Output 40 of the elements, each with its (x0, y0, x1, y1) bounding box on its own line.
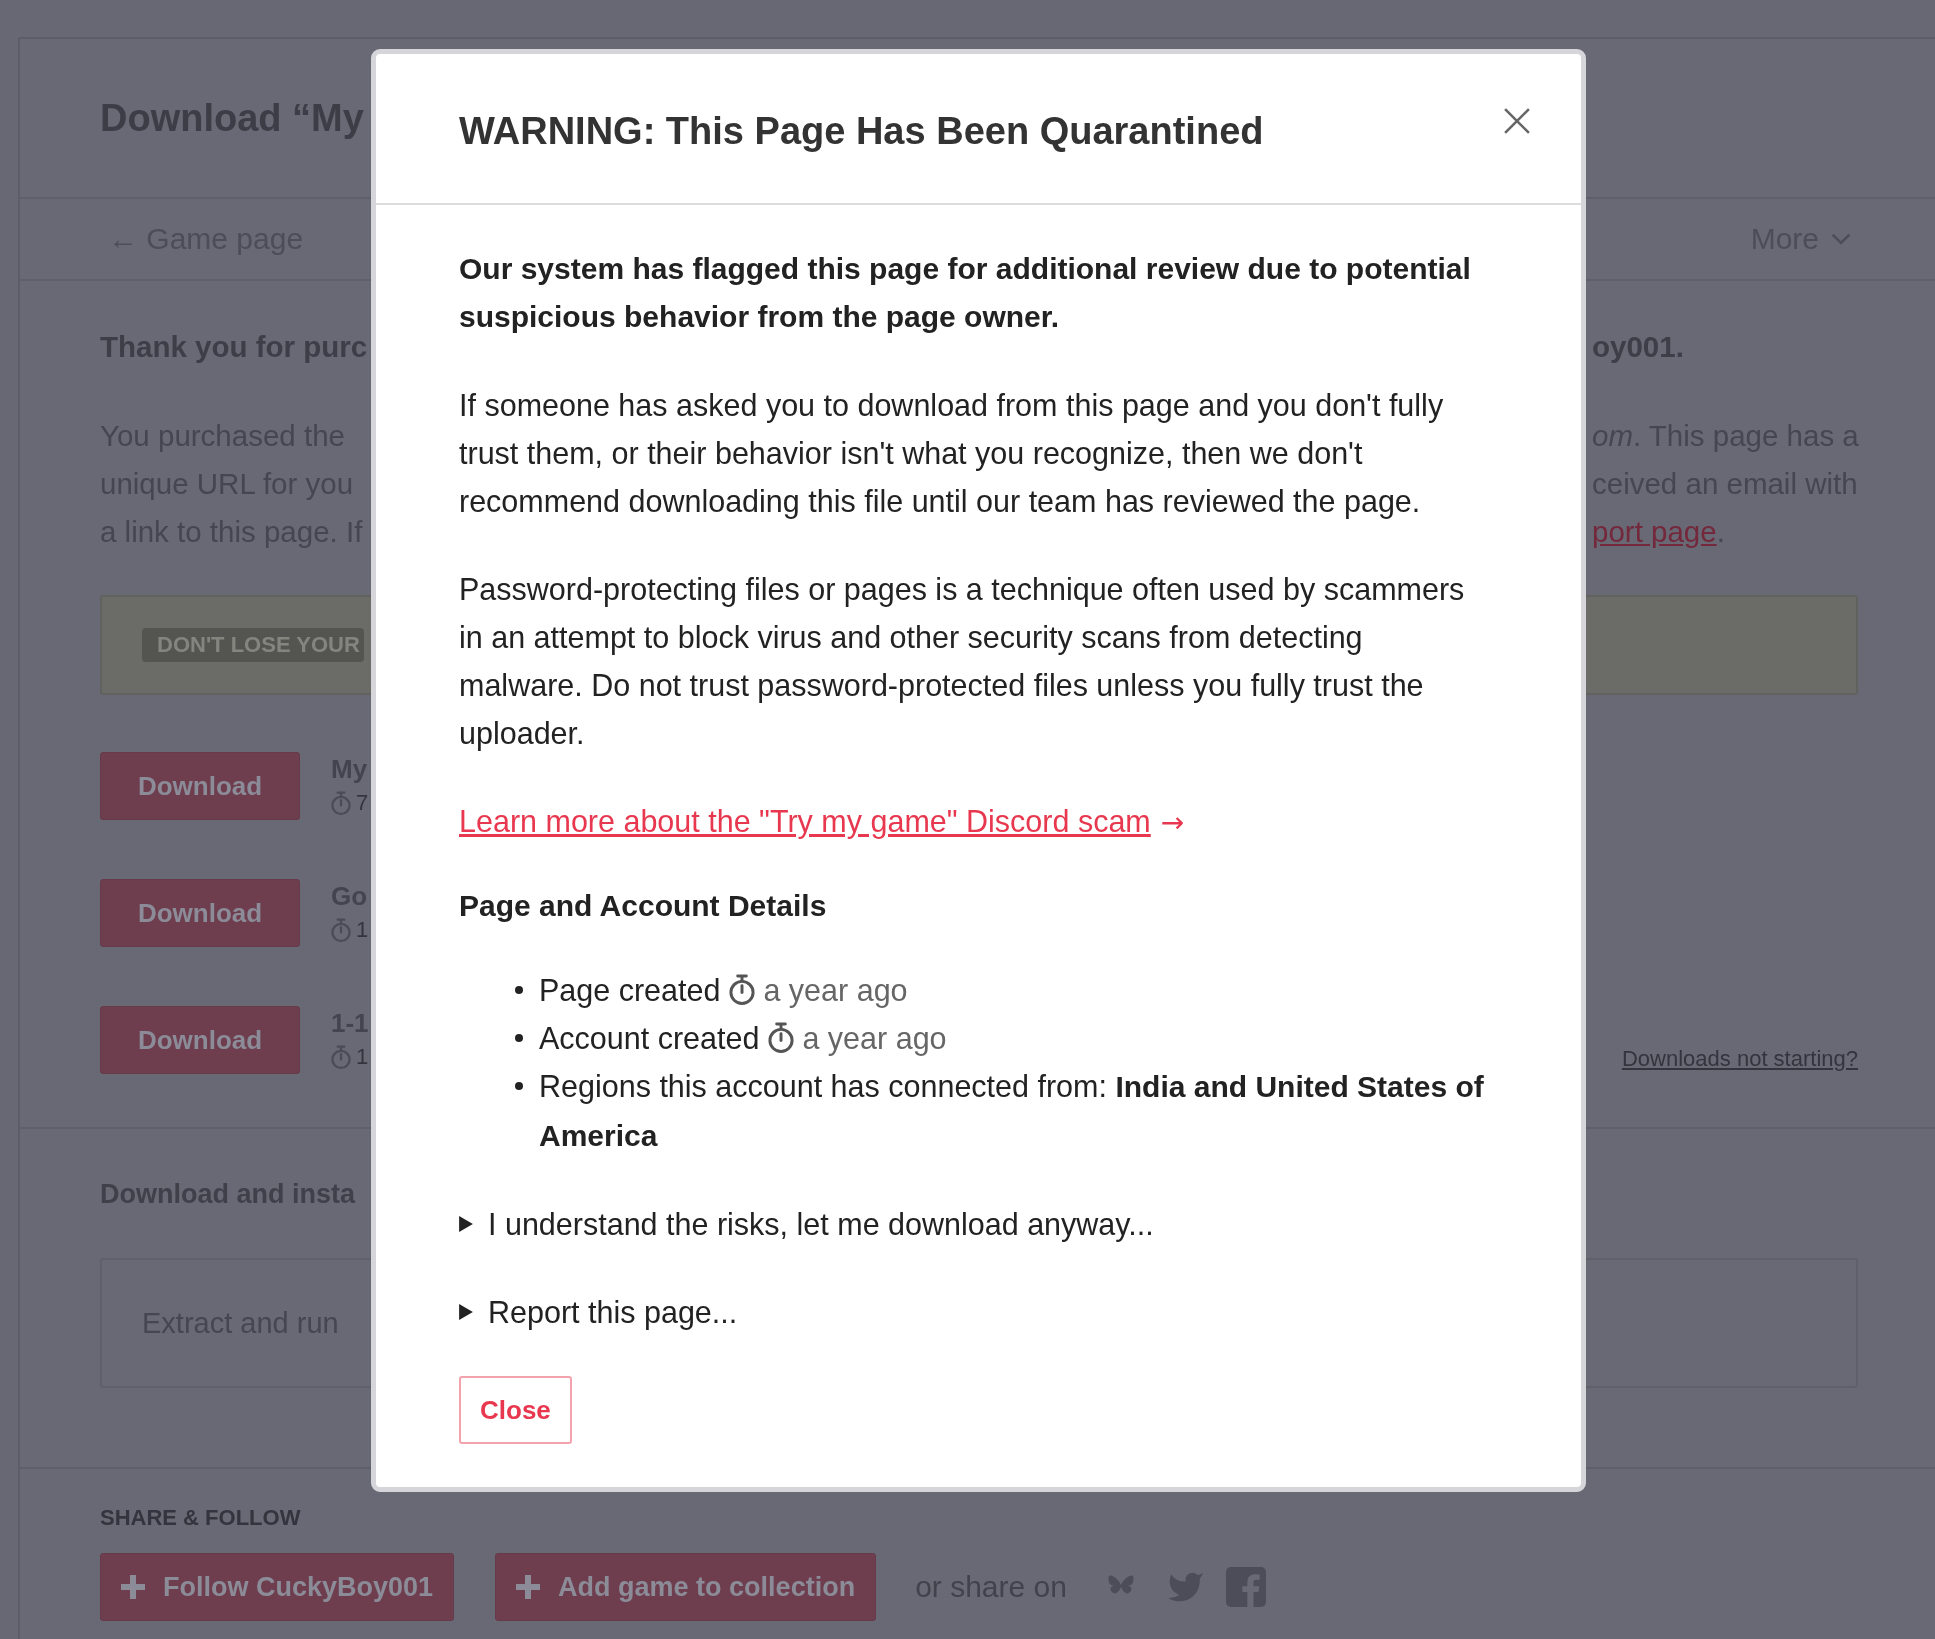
bullet-icon (515, 1034, 523, 1042)
disclosure-toggle[interactable]: I understand the risks, let me download anyway... (459, 1200, 1154, 1248)
dialog-title: WARNING: This Page Has Been Quarantined (459, 109, 1264, 153)
download-button[interactable]: Download (100, 879, 300, 947)
warning-lead-text: Our system has flagged this page for additional review due to potential suspicious behavior from the page owner. (459, 251, 1472, 335)
downloads-help-link[interactable]: Downloads not starting? (1621, 1044, 1858, 1074)
add-to-collection-button[interactable]: Add game to collection (495, 1553, 877, 1621)
intro-text: port page. (1592, 514, 1725, 550)
stopwatch-icon (331, 1044, 351, 1070)
time-text: a year ago (802, 1021, 947, 1055)
stopwatch-icon (331, 790, 351, 816)
close-button[interactable]: Close (459, 1376, 572, 1444)
plus-icon (516, 1575, 541, 1599)
disclosure-toggle[interactable]: Report this page... (459, 1288, 738, 1336)
stopwatch-icon (729, 974, 756, 1006)
f-square-icon[interactable] (1225, 1567, 1266, 1607)
detail-label: Page created (539, 973, 721, 1007)
file-meta-text: 1 (356, 1044, 369, 1070)
stopwatch-icon (768, 1022, 795, 1054)
chevron-down-icon (1831, 233, 1851, 245)
bullet-icon (515, 986, 523, 994)
file-meta-text: 1 (356, 917, 369, 943)
detail-label: Account created (539, 1021, 760, 1055)
download-button[interactable]: Download (100, 752, 300, 820)
file-meta-text: 7 (356, 790, 369, 816)
time-text: a year ago (763, 973, 908, 1007)
close-icon[interactable] (1504, 107, 1530, 134)
bullet-icon (515, 1082, 523, 1090)
bird-icon[interactable] (1166, 1571, 1204, 1603)
stopwatch-icon (331, 917, 351, 943)
detail-text: Regions this account has connected from: India and United States of America (539, 1069, 1484, 1152)
details-heading: Page and Account Details (459, 888, 828, 924)
follow-button[interactable]: Follow CuckyBoy001 (100, 1553, 455, 1621)
warning-text: If someone has asked you to download from this page and you don't fully trust them, or their behavior isn't what you recognize, then we don't recommend downloading this file until our team has reviewed the page. (459, 387, 1445, 521)
download-button[interactable]: Download (100, 1006, 300, 1074)
learn-more-link[interactable]: Learn more about the "Try my game" Discord scam → (459, 804, 1185, 838)
page-link[interactable]: port page (1592, 515, 1717, 548)
share-heading: SHARE & FOLLOW (100, 1504, 301, 1532)
warning-text: Password-protecting files or pages is a technique often used by scammers in an attempt to block virus and other security scans from detecting malware. Do not trust password-protected files unless you fully trust the uploader. (459, 571, 1466, 753)
plus-icon (121, 1575, 145, 1599)
